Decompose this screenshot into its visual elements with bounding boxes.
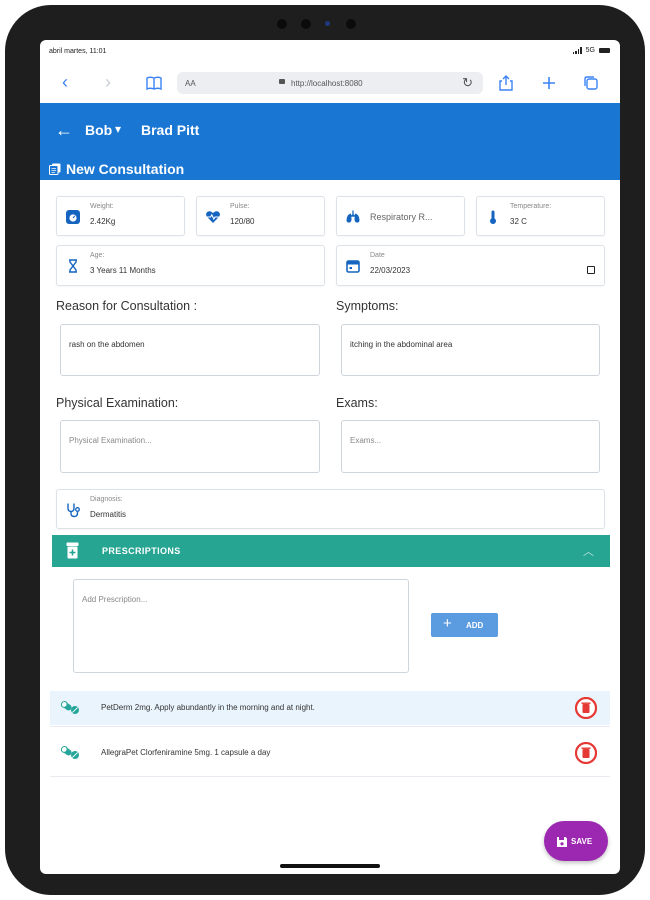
- weight-value: 2.42Kg: [90, 217, 116, 226]
- owner-name: Brad Pitt: [141, 122, 200, 138]
- lungs-icon: [345, 209, 361, 225]
- scale-icon: [65, 209, 81, 225]
- weight-field[interactable]: Weight: 2.42Kg: [56, 196, 185, 236]
- prescription-placeholder: Add Prescription...: [82, 595, 148, 604]
- reload-icon[interactable]: ↻: [462, 75, 473, 91]
- prescription-list: PetDerm 2mg. Apply abundantly in the mor…: [50, 690, 610, 790]
- prescriptions-title: PRESCRIPTIONS: [102, 546, 181, 556]
- date-value: 22/03/2023: [370, 266, 411, 275]
- prescription-text: PetDerm 2mg. Apply abundantly in the mor…: [101, 703, 315, 712]
- camera-dot: [346, 19, 356, 29]
- symptoms-label: Symptoms:: [336, 299, 399, 313]
- weight-label: Weight:: [90, 203, 114, 210]
- plus-icon: +: [443, 615, 452, 632]
- age-field[interactable]: Age: 3 Years 11 Months: [56, 245, 325, 286]
- prescriptions-header[interactable]: PRESCRIPTIONS ︿: [52, 535, 610, 567]
- exams-textarea[interactable]: Exams...: [341, 420, 600, 473]
- chevron-up-icon[interactable]: ︿: [583, 543, 594, 559]
- date-picker-icon[interactable]: [587, 266, 595, 274]
- camera-dot: [277, 19, 287, 29]
- floppy-disk-icon: [556, 835, 568, 847]
- page-title: New Consultation: [66, 161, 185, 177]
- signal-icon: [572, 47, 582, 54]
- divider: [50, 776, 610, 777]
- battery-icon: [599, 48, 610, 53]
- home-indicator[interactable]: [280, 864, 380, 868]
- add-prescription-button[interactable]: + ADD: [431, 613, 498, 637]
- pulse-value: 120/80: [230, 217, 255, 226]
- forward-icon[interactable]: ›: [105, 73, 111, 91]
- prescription-item: PetDerm 2mg. Apply abundantly in the mor…: [50, 691, 610, 725]
- prescription-text: AllegraPet Clorfeniramine 5mg. 1 capsule…: [101, 748, 271, 757]
- delete-icon[interactable]: [574, 696, 598, 720]
- hourglass-icon: [65, 258, 81, 274]
- stethoscope-icon: [65, 502, 81, 518]
- back-icon[interactable]: ‹: [62, 73, 68, 91]
- temperature-field[interactable]: Temperature: 32 C: [476, 196, 605, 236]
- reason-textarea[interactable]: rash on the abdomen: [60, 324, 320, 376]
- exams-placeholder: Exams...: [350, 436, 382, 445]
- heart-pulse-icon: [205, 209, 221, 225]
- date-field[interactable]: Date 22/03/2023: [336, 245, 605, 286]
- diagnosis-label: Diagnosis:: [90, 496, 123, 503]
- age-value: 3 Years 11 Months: [90, 266, 156, 275]
- age-label: Age:: [90, 252, 105, 259]
- symptoms-textarea[interactable]: itching in the abdominal area: [341, 324, 600, 376]
- temperature-label: Temperature:: [510, 203, 552, 210]
- date-label: Date: [370, 252, 385, 259]
- share-icon[interactable]: [496, 73, 516, 93]
- thermometer-icon: [485, 209, 501, 225]
- url-text: http://localhost:8080: [291, 79, 363, 88]
- new-tab-icon[interactable]: [539, 73, 559, 93]
- bookmarks-icon[interactable]: [144, 73, 164, 93]
- pet-selector[interactable]: Bob: [85, 122, 112, 138]
- prescription-item: AllegraPet Clorfeniramine 5mg. 1 capsule…: [50, 736, 610, 770]
- back-arrow-icon[interactable]: ←: [55, 120, 73, 141]
- reason-label: Reason for Consultation :: [56, 299, 198, 313]
- respiratory-rate-placeholder: Respiratory R...: [370, 212, 433, 222]
- physical-exam-label: Physical Examination:: [56, 396, 179, 410]
- diagnosis-field[interactable]: Diagnosis: Dermatitis: [56, 489, 605, 529]
- divider: [50, 726, 610, 727]
- pills-icon: [60, 701, 80, 715]
- lock-icon: [279, 79, 285, 84]
- camera-lens: [325, 21, 330, 26]
- reason-text: rash on the abdomen: [69, 340, 145, 349]
- network-label: 5G: [585, 47, 595, 54]
- save-label: SAVE: [571, 837, 593, 846]
- add-label: ADD: [466, 621, 484, 630]
- temperature-value: 32 C: [510, 217, 527, 226]
- status-time: abril martes, 11:01: [49, 48, 107, 55]
- respiratory-rate-field[interactable]: Respiratory R...: [336, 196, 465, 236]
- text-size-button[interactable]: AA: [185, 79, 196, 88]
- exams-label: Exams:: [336, 396, 378, 410]
- status-bar: abril martes, 11:01 5G: [40, 40, 620, 62]
- tabs-icon[interactable]: [581, 73, 601, 93]
- caret-down-icon[interactable]: ▾: [115, 122, 121, 136]
- diagnosis-value: Dermatitis: [90, 510, 127, 519]
- symptoms-text: itching in the abdominal area: [350, 340, 453, 349]
- prescription-textarea[interactable]: Add Prescription...: [73, 579, 409, 673]
- pulse-field[interactable]: Pulse: 120/80: [196, 196, 325, 236]
- physical-exam-textarea[interactable]: Physical Examination...: [60, 420, 320, 473]
- app-header: ← Bob ▾ Brad Pitt New Consultation: [40, 103, 620, 180]
- notes-icon: [49, 162, 61, 175]
- screen: abril martes, 11:01 5G ‹ › AA http://loc…: [40, 40, 620, 874]
- status-right: 5G: [572, 47, 610, 54]
- physical-exam-placeholder: Physical Examination...: [69, 436, 152, 445]
- camera-dot: [301, 19, 311, 29]
- prescription-bottle-icon: [66, 542, 79, 559]
- pills-icon: [60, 746, 80, 760]
- address-bar[interactable]: AA http://localhost:8080 ↻: [177, 72, 483, 94]
- browser-toolbar: ‹ › AA http://localhost:8080 ↻: [40, 64, 620, 102]
- calendar-icon: [345, 258, 361, 274]
- pulse-label: Pulse:: [230, 203, 250, 210]
- tablet-frame: abril martes, 11:01 5G ‹ › AA http://loc…: [5, 5, 645, 895]
- delete-icon[interactable]: [574, 741, 598, 765]
- save-button[interactable]: SAVE: [544, 821, 608, 861]
